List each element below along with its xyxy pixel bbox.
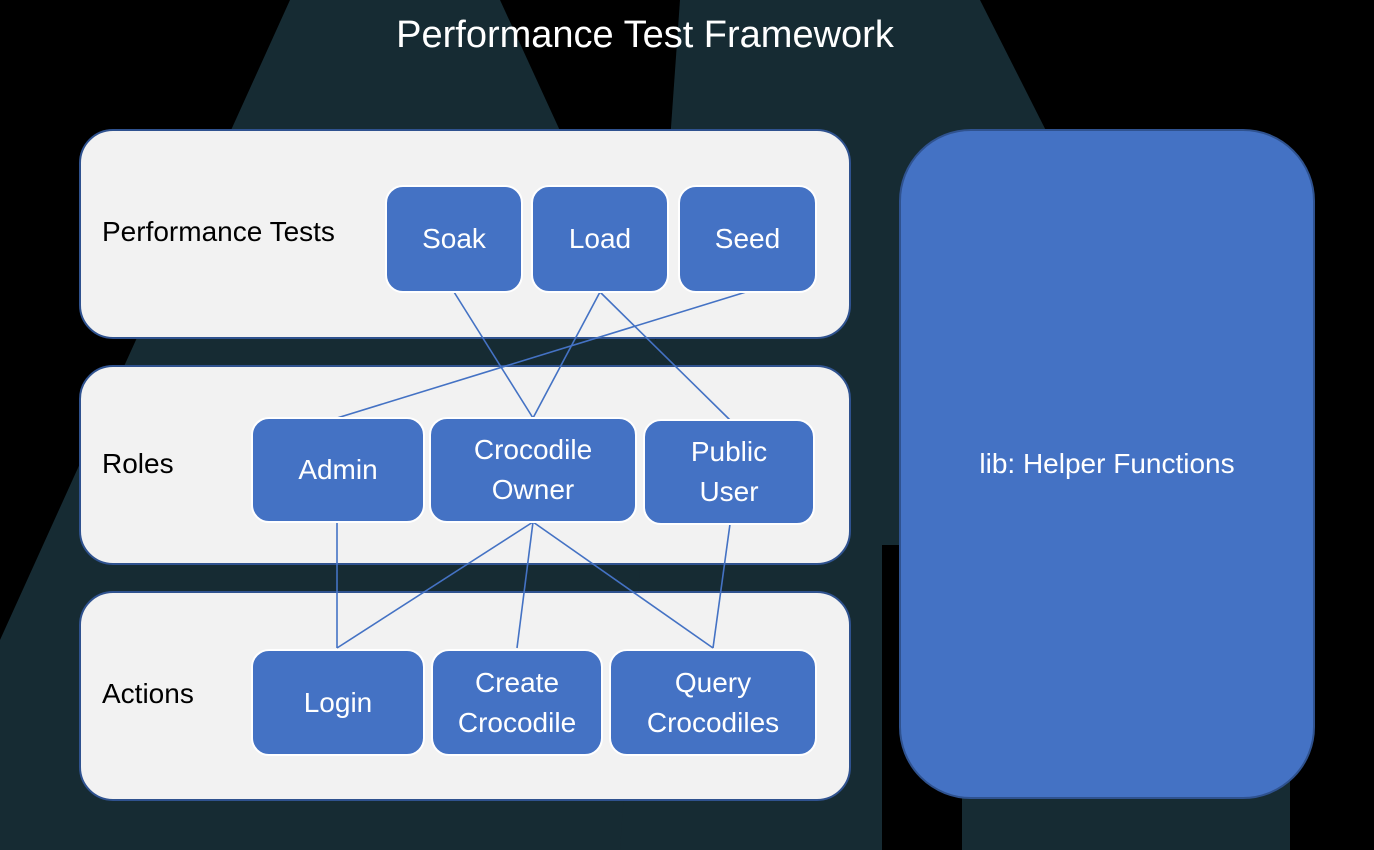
lib-helper-functions: lib: Helper Functions: [899, 129, 1315, 799]
node-create-crocodile-line1: Create: [474, 666, 560, 698]
node-crocodile-owner-line2: Owner: [491, 474, 575, 505]
node-admin: Admin: [251, 417, 425, 523]
label-actions: Actions: [102, 678, 194, 709]
node-seed-label: Seed: [714, 223, 781, 254]
node-create-crocodile-line2: Crocodile: [457, 706, 577, 738]
node-login-label: Login: [303, 686, 373, 718]
node-public-user-line1: Public: [690, 436, 768, 467]
node-public-user: Public User: [643, 419, 815, 525]
node-public-user-line2: User: [699, 476, 759, 507]
node-query-crocodiles: Query Crocodiles: [609, 649, 817, 756]
node-seed: Seed: [678, 185, 817, 293]
node-login: Login: [251, 649, 425, 756]
node-create-crocodile: Create Crocodile: [431, 649, 603, 756]
node-soak: Soak: [385, 185, 523, 293]
node-crocodile-owner-line1: Crocodile: [473, 434, 593, 465]
label-roles: Roles: [102, 448, 174, 479]
node-crocodile-owner: Crocodile Owner: [429, 417, 637, 523]
node-admin-label: Admin: [298, 454, 378, 485]
lib-helper-functions-label: lib: Helper Functions: [979, 448, 1235, 479]
node-load-label: Load: [568, 223, 632, 254]
node-query-crocodiles-line1: Query: [674, 666, 752, 698]
node-load: Load: [531, 185, 669, 293]
diagram-title: Performance Test Framework: [396, 14, 894, 56]
label-performance-tests: Performance Tests: [102, 216, 335, 247]
node-soak-label: Soak: [422, 223, 486, 254]
node-query-crocodiles-line2: Crocodiles: [646, 706, 780, 738]
